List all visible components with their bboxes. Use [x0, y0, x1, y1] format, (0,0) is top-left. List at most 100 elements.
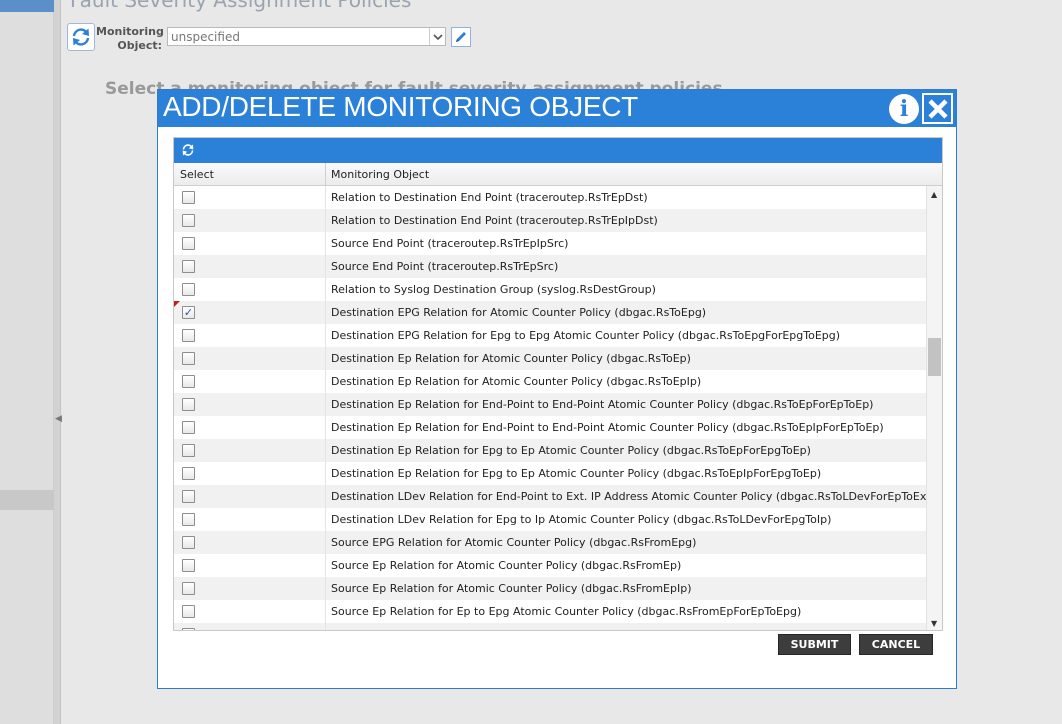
column-header-select[interactable]: Select	[174, 163, 326, 185]
cancel-button[interactable]: CANCEL	[859, 634, 933, 655]
row-checkbox[interactable]	[182, 283, 195, 296]
table-row[interactable]: Destination EPG Relation for Epg to Epg …	[174, 324, 926, 347]
monitoring-object-value: unspecified	[171, 30, 240, 44]
row-checkbox[interactable]	[182, 467, 195, 480]
table-row[interactable]: Destination LDev Relation for End-Point …	[174, 485, 926, 508]
row-checkbox[interactable]	[182, 628, 195, 630]
select-cell	[174, 255, 326, 278]
table-row[interactable]: Destination Ep Relation for Atomic Count…	[174, 347, 926, 370]
table-row[interactable]: Destination LDev Relation for Epg to Ip …	[174, 508, 926, 531]
table-row[interactable]: Source EPG Relation for Atomic Counter P…	[174, 531, 926, 554]
scroll-up-arrow-icon[interactable]: ▲	[931, 190, 937, 199]
row-checkbox[interactable]	[182, 352, 195, 365]
monitoring-object-name: Destination Ep Relation for Epg to Ep At…	[331, 467, 822, 480]
submit-button[interactable]: SUBMIT	[778, 634, 851, 655]
table-row[interactable]: Source Ep Relation for Ext to Ep Atomic …	[174, 623, 926, 630]
row-checkbox[interactable]	[182, 421, 195, 434]
sidebar-highlight-item[interactable]	[0, 490, 54, 510]
left-sidebar	[0, 0, 54, 724]
edit-monitoring-object-button[interactable]	[451, 27, 471, 47]
select-cell	[174, 531, 326, 554]
sidebar-active-item[interactable]	[0, 0, 54, 12]
collapse-arrow-icon[interactable]: ◀	[55, 414, 62, 424]
select-cell	[174, 462, 326, 485]
row-checkbox[interactable]	[182, 605, 195, 618]
checkmark-icon: ✓	[183, 306, 194, 319]
table-header: Select Monitoring Object	[174, 163, 942, 186]
close-icon	[927, 98, 948, 119]
select-cell	[174, 347, 326, 370]
row-checkbox[interactable]	[182, 490, 195, 503]
table-row[interactable]: Destination Ep Relation for Atomic Count…	[174, 370, 926, 393]
info-icon: i	[899, 96, 909, 122]
row-checkbox[interactable]	[182, 559, 195, 572]
changed-marker-icon	[174, 301, 180, 307]
scroll-down-arrow-icon[interactable]: ▼	[931, 619, 937, 628]
row-checkbox[interactable]	[182, 513, 195, 526]
select-cell	[174, 324, 326, 347]
close-button[interactable]	[922, 93, 953, 124]
monitoring-object-name: Source Ep Relation for Atomic Counter Po…	[331, 559, 682, 572]
table-row[interactable]: Source End Point (traceroutep.RsTrEpSrc)	[174, 255, 926, 278]
column-header-monitoring-object[interactable]: Monitoring Object	[331, 168, 429, 181]
select-cell	[174, 577, 326, 600]
row-checkbox[interactable]	[182, 375, 195, 388]
scroll-thumb[interactable]	[928, 338, 941, 376]
select-cell	[174, 393, 326, 416]
pencil-icon	[456, 32, 466, 42]
monitoring-object-name: Source EPG Relation for Atomic Counter P…	[331, 536, 697, 549]
monitoring-object-name: Destination Ep Relation for Atomic Count…	[331, 375, 702, 388]
monitoring-object-name: Destination LDev Relation for End-Point …	[331, 490, 926, 503]
table-row[interactable]: Destination Ep Relation for End-Point to…	[174, 393, 926, 416]
table-row[interactable]: Source Ep Relation for Atomic Counter Po…	[174, 554, 926, 577]
row-checkbox[interactable]	[182, 260, 195, 273]
select-cell	[174, 186, 326, 209]
monitoring-object-name: Source End Point (traceroutep.RsTrEpSrc)	[331, 260, 559, 273]
add-delete-monitoring-object-dialog: ADD/DELETE MONITORING OBJECT i Select Mo…	[157, 89, 957, 689]
select-cell	[174, 232, 326, 255]
select-cell	[174, 439, 326, 462]
refresh-button[interactable]	[67, 23, 95, 51]
monitoring-object-name: Source Ep Relation for Ext to Ep Atomic …	[331, 628, 799, 630]
pane-splitter[interactable]: ◀	[54, 0, 62, 724]
row-checkbox[interactable]: ✓	[182, 306, 195, 319]
monitoring-object-label: Monitoring Object:	[96, 25, 164, 52]
table-body: Relation to Destination End Point (trace…	[174, 186, 926, 630]
chevron-down-icon	[432, 33, 443, 40]
monitoring-object-select[interactable]: unspecified	[167, 27, 446, 46]
row-checkbox[interactable]	[182, 237, 195, 250]
select-cell	[174, 278, 326, 301]
row-checkbox[interactable]	[182, 214, 195, 227]
select-cell	[174, 600, 326, 623]
table-row[interactable]: Destination Ep Relation for Epg to Ep At…	[174, 462, 926, 485]
monitoring-object-name: Source Ep Relation for Ep to Epg Atomic …	[331, 605, 802, 618]
refresh-icon[interactable]	[181, 143, 195, 157]
monitoring-object-name: Destination EPG Relation for Atomic Coun…	[331, 306, 707, 319]
table-row[interactable]: Source End Point (traceroutep.RsTrEpIpSr…	[174, 232, 926, 255]
row-checkbox[interactable]	[182, 191, 195, 204]
select-cell	[174, 209, 326, 232]
page-title: Fault Severity Assignment Policies	[70, 0, 412, 12]
table-row[interactable]: Destination Ep Relation for End-Point to…	[174, 416, 926, 439]
monitoring-object-name: Destination Ep Relation for Atomic Count…	[331, 352, 691, 365]
row-checkbox[interactable]	[182, 444, 195, 457]
row-checkbox[interactable]	[182, 398, 195, 411]
monitoring-object-name: Source End Point (traceroutep.RsTrEpIpSr…	[331, 237, 569, 250]
table-scrollbar[interactable]: ▲ ▼	[926, 186, 942, 630]
table-row[interactable]: Source Ep Relation for Ep to Epg Atomic …	[174, 600, 926, 623]
table-row[interactable]: Destination Ep Relation for Epg to Ep At…	[174, 439, 926, 462]
row-checkbox[interactable]	[182, 536, 195, 549]
table-row[interactable]: Source Ep Relation for Atomic Counter Po…	[174, 577, 926, 600]
row-checkbox[interactable]	[182, 582, 195, 595]
table-row[interactable]: ✓ Destination EPG Relation for Atomic Cou…	[174, 301, 926, 324]
monitoring-object-name: Source Ep Relation for Atomic Counter Po…	[331, 582, 692, 595]
select-cell	[174, 416, 326, 439]
table-row[interactable]: Relation to Destination End Point (trace…	[174, 209, 926, 232]
table-row[interactable]: Relation to Syslog Destination Group (sy…	[174, 278, 926, 301]
info-button[interactable]: i	[889, 94, 919, 124]
table-row[interactable]: Relation to Destination End Point (trace…	[174, 186, 926, 209]
monitoring-object-name: Destination Ep Relation for End-Point to…	[331, 421, 884, 434]
dropdown-arrow[interactable]	[429, 28, 445, 45]
row-checkbox[interactable]	[182, 329, 195, 342]
monitoring-object-table: Select Monitoring Object Relation to Des…	[173, 137, 943, 631]
